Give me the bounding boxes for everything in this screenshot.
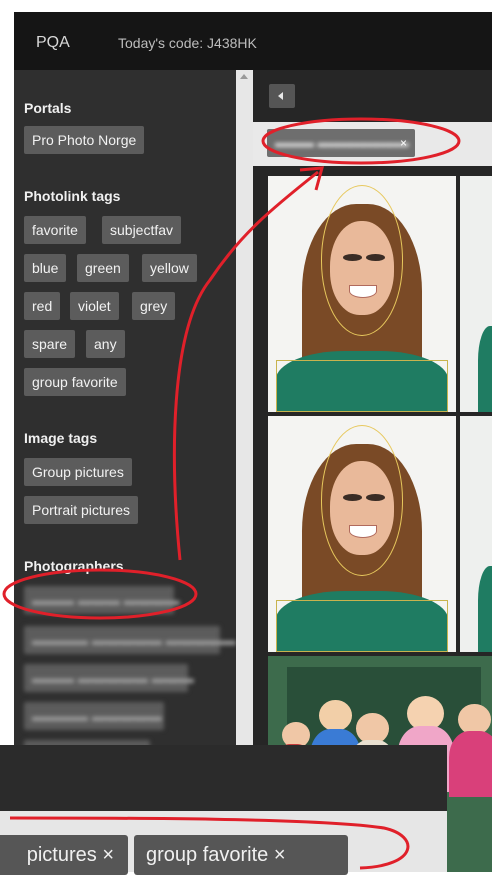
photo-thumbnail[interactable] xyxy=(460,176,492,412)
photo-thumbnail[interactable] xyxy=(268,416,456,652)
tag-grey[interactable]: grey xyxy=(132,292,176,320)
photo-thumbnail[interactable] xyxy=(268,176,456,412)
scroll-up-icon[interactable] xyxy=(240,74,248,79)
active-filter-tag[interactable]: ▬▬▬ ▬▬▬▬▬▬▬ × xyxy=(267,129,415,157)
top-bar: PQA Today's code: J438HK xyxy=(14,12,492,70)
tag-any[interactable]: any xyxy=(86,330,125,358)
photographer-tag-2[interactable]: ▬▬▬▬ ▬▬▬▬▬ ▬▬▬▬▬ xyxy=(24,626,236,654)
remove-filter-icon[interactable]: × xyxy=(400,129,407,157)
photolink-tags-title: Photolink tags xyxy=(24,188,121,204)
back-button[interactable] xyxy=(269,84,295,108)
inset-top-bar xyxy=(0,745,447,811)
photographers-title: Photographers xyxy=(24,558,124,574)
tag-portrait-pictures[interactable]: Portrait pictures xyxy=(24,496,139,524)
app-window: PQA Today's code: J438HK Portals Pro Pho… xyxy=(14,12,492,872)
tag-subjectfav[interactable]: subjectfav xyxy=(102,216,182,244)
active-filter-label: ▬▬▬ ▬▬▬▬▬▬▬ xyxy=(275,135,409,150)
image-tags-title: Image tags xyxy=(24,430,98,446)
tag-violet[interactable]: violet xyxy=(70,292,119,320)
tag-spare[interactable]: spare xyxy=(24,330,76,358)
tag-favorite[interactable]: favorite xyxy=(24,216,86,244)
active-filter-bar: ▬▬▬ ▬▬▬▬▬▬▬ × xyxy=(253,122,492,166)
tag-green[interactable]: green xyxy=(77,254,129,282)
portal-tag-pro-photo-norge[interactable]: Pro Photo Norge xyxy=(24,126,145,154)
tag-red[interactable]: red xyxy=(24,292,61,320)
tag-yellow[interactable]: yellow xyxy=(142,254,197,282)
photographer-tag-3[interactable]: ▬▬▬ ▬▬▬▬▬ ▬▬▬ xyxy=(24,664,194,692)
portals-title: Portals xyxy=(24,100,72,116)
todays-code: Today's code: J438HK xyxy=(118,35,257,51)
zoomed-filter-inset: pictures × group favorite × xyxy=(0,745,447,875)
tag-group-favorite[interactable]: group favorite xyxy=(24,368,126,396)
photo-thumbnail[interactable] xyxy=(460,416,492,652)
zoom-tag-group-favorite[interactable]: group favorite × xyxy=(134,835,348,875)
tag-group-pictures[interactable]: Group pictures xyxy=(24,458,132,486)
photographer-tag-4[interactable]: ▬▬▬▬ ▬▬▬▬▬ xyxy=(24,702,164,730)
photographer-tag-1[interactable]: ▬▬▬ ▬▬▬ ▬▬▬▬ xyxy=(24,586,180,614)
tag-blue[interactable]: blue xyxy=(24,254,67,282)
chevron-left-icon xyxy=(278,92,283,100)
app-title: PQA xyxy=(36,34,70,51)
zoom-tag-pictures[interactable]: pictures × xyxy=(0,835,128,875)
